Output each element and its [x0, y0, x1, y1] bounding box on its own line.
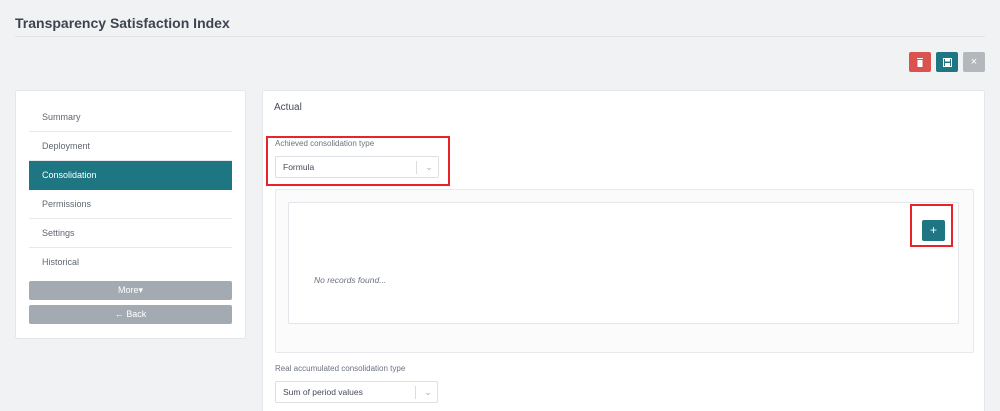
- real-accumulated-value: Sum of period values: [283, 387, 363, 397]
- add-highlight-box: [910, 204, 953, 247]
- page-title: Transparency Satisfaction Index: [15, 15, 230, 31]
- sidebar-item-deployment[interactable]: Deployment: [29, 132, 232, 161]
- select-divider: [415, 386, 416, 399]
- sidebar: Summary Deployment Consolidation Permiss…: [15, 90, 246, 339]
- consolidation-card: Actual Achieved consolidation type Formu…: [262, 90, 985, 411]
- sidebar-item-permissions[interactable]: Permissions: [29, 190, 232, 219]
- close-icon: ×: [970, 56, 978, 68]
- sidebar-item-summary[interactable]: Summary: [29, 103, 232, 132]
- real-accumulated-label: Real accumulated consolidation type: [275, 364, 406, 373]
- real-accumulated-select[interactable]: Sum of period values ⌄: [275, 381, 438, 403]
- section-title: Actual: [274, 102, 302, 113]
- sidebar-item-consolidation[interactable]: Consolidation: [29, 161, 232, 190]
- achieved-highlight-box: [266, 136, 450, 186]
- save-icon: [942, 57, 952, 67]
- sidebar-item-historical[interactable]: Historical: [29, 248, 232, 277]
- toolbar: ×: [909, 52, 985, 72]
- empty-records-text: No records found...: [314, 275, 387, 285]
- close-button[interactable]: ×: [963, 52, 985, 72]
- trash-icon: [917, 57, 923, 67]
- more-button[interactable]: More▾: [29, 281, 232, 300]
- save-button[interactable]: [936, 52, 958, 72]
- back-button[interactable]: ← Back: [29, 305, 232, 324]
- delete-button[interactable]: [909, 52, 931, 72]
- formula-records-list: No records found... +: [288, 202, 959, 324]
- page-header: Transparency Satisfaction Index: [15, 15, 985, 37]
- sidebar-item-settings[interactable]: Settings: [29, 219, 232, 248]
- chevron-down-icon: ⌄: [424, 387, 432, 397]
- formula-panel: No records found... +: [275, 189, 974, 353]
